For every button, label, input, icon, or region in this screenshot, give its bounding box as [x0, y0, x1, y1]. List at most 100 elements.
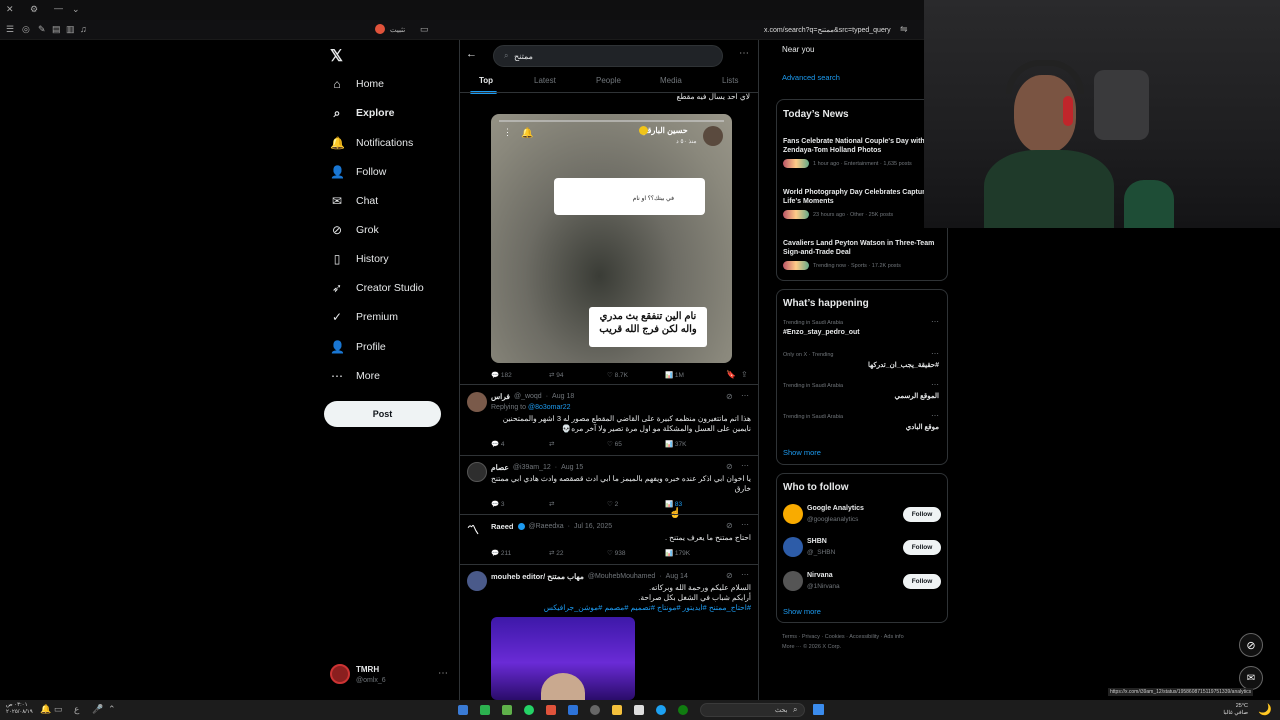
search-options-icon[interactable]: ⋯	[739, 48, 749, 59]
post-image[interactable]: حسين البارقي منذ ٥٠ د ⋮ 🔔 في بيتك؟؟ او ن…	[491, 114, 732, 363]
follow-button[interactable]: Follow	[903, 574, 941, 589]
view-count[interactable]: 📊 83	[665, 500, 723, 508]
view-count[interactable]: 📊 37K	[665, 440, 723, 448]
replying-to-handle[interactable]: @8o3omar22	[528, 404, 571, 411]
follow-name[interactable]: Nirvana	[807, 572, 833, 579]
trend-name[interactable]: الموقع الرسمي	[895, 392, 939, 400]
brave-shield-icon[interactable]	[375, 24, 385, 34]
tab-lists[interactable]: Lists	[722, 76, 738, 85]
grok-float-icon[interactable]: ⊘	[1239, 633, 1263, 657]
grok-icon[interactable]: ⊘	[726, 521, 733, 530]
account-more-icon[interactable]: ⋯	[438, 668, 448, 679]
menu-icon[interactable]: ☰	[6, 24, 14, 35]
grok-icon[interactable]: ⊘	[726, 462, 733, 471]
share-icon[interactable]: ⇪	[741, 370, 748, 379]
trend-name[interactable]: #حقيقة_يجب_ان_تدركها	[868, 361, 939, 369]
avatar[interactable]	[467, 462, 487, 482]
location-filter[interactable]: Near you	[782, 45, 814, 54]
post-button[interactable]: Post	[324, 401, 441, 427]
like-count[interactable]: ♡ 8.7K	[607, 371, 665, 379]
reply-count[interactable]: 💬 211	[491, 549, 549, 557]
follow-avatar[interactable]	[783, 537, 803, 557]
news-title[interactable]: Cavaliers Land Peyton Watson in Three-Te…	[783, 239, 943, 257]
more-icon[interactable]: ⋯	[741, 520, 749, 529]
url-bar[interactable]: x.com/search?q=ممتنح&src=typed_query	[764, 26, 891, 34]
trend-name[interactable]: موقع البادي	[906, 423, 939, 431]
app-icon[interactable]	[458, 705, 468, 715]
chevron-up-icon[interactable]: ⌃	[108, 704, 116, 715]
sidebar-item-home[interactable]: ⌂ Home	[330, 71, 384, 97]
news-title[interactable]: Fans Celebrate National Couple's Day wit…	[783, 137, 943, 155]
sidebar-item-chat[interactable]: ✉ Chat	[330, 188, 378, 214]
grok-icon[interactable]: ⊘	[726, 392, 733, 401]
sidebar-item-notifications[interactable]: 🔔 Notifications	[330, 130, 413, 156]
grok-icon[interactable]: ⊘	[726, 571, 733, 580]
network-icon[interactable]: ▭	[54, 704, 63, 715]
app-icon[interactable]	[480, 705, 490, 715]
messages-float-icon[interactable]: ✉	[1239, 666, 1263, 690]
repost-count[interactable]: ⇄	[549, 500, 607, 508]
tab-icon[interactable]: ▭	[420, 24, 429, 35]
sidebar-item-creator-studio[interactable]: ➶ Creator Studio	[330, 275, 424, 301]
follow-button[interactable]: Follow	[903, 507, 941, 522]
tweet-handle[interactable]: @MouhebMouhamed	[588, 573, 655, 580]
tabs-icon[interactable]: ▤	[52, 24, 61, 35]
tweet-date[interactable]: Aug 15	[561, 464, 583, 471]
view-count[interactable]: 📊 1M	[665, 371, 723, 379]
language-icon[interactable]: ع	[74, 704, 79, 715]
bell-icon[interactable]: 🔔	[521, 128, 533, 139]
search-input[interactable]: ⌕ ممتنح	[493, 45, 723, 67]
edge-icon[interactable]	[656, 705, 666, 715]
media-thumbnail[interactable]	[491, 617, 635, 700]
more-icon[interactable]: ⋯	[741, 391, 749, 400]
app-icon[interactable]	[590, 705, 600, 715]
follow-avatar[interactable]	[783, 571, 803, 591]
windows-start-icon[interactable]	[813, 704, 824, 715]
view-count[interactable]: 📊 179K	[665, 549, 723, 557]
brave-icon[interactable]	[546, 705, 556, 715]
account-avatar[interactable]	[330, 664, 350, 684]
tweet-handle[interactable]: @_woqd	[514, 393, 542, 400]
tweet-author[interactable]: فراس	[491, 392, 510, 401]
trend-more-icon[interactable]: ⋯	[931, 349, 939, 358]
shield-icon[interactable]: ◎	[22, 24, 30, 35]
sidebar-icon[interactable]: ▥	[66, 24, 75, 35]
app-icon[interactable]	[634, 705, 644, 715]
reply-count[interactable]: 💬 3	[491, 500, 549, 508]
tweet-handle[interactable]: @i39am_12	[513, 464, 551, 471]
follow-name[interactable]: SHBN	[807, 538, 827, 545]
notification-icon[interactable]: 🔔	[40, 704, 51, 715]
extension-icon[interactable]: ✎	[38, 24, 46, 35]
tweet-date[interactable]: Aug 14	[666, 573, 688, 580]
tab-media[interactable]: Media	[660, 76, 682, 85]
trend-name[interactable]: #Enzo_stay_pedro_out	[783, 329, 860, 336]
sidebar-item-follow[interactable]: 👤 Follow	[330, 159, 386, 185]
minimize-icon[interactable]: —	[54, 3, 63, 13]
app-icon[interactable]	[568, 705, 578, 715]
sidebar-item-more[interactable]: ⋯ More	[330, 363, 380, 389]
tweet-hashtags[interactable]: #احتاج_ممتنح #ايديتور #مونتاج #تصميم #مص…	[491, 603, 751, 612]
close-icon[interactable]: ✕	[6, 4, 14, 15]
settings-icon[interactable]: ⚙	[30, 4, 38, 15]
news-title[interactable]: World Photography Day Celebrates Capturi…	[783, 188, 943, 206]
footer-links[interactable]: Terms · Privacy · Cookies · Accessibilit…	[782, 634, 942, 640]
app-icon[interactable]	[502, 705, 512, 715]
mic-icon[interactable]: 🎤	[92, 704, 103, 715]
tweet-date[interactable]: Jul 16, 2025	[574, 523, 612, 530]
sidebar-item-profile[interactable]: 👤 Profile	[330, 334, 386, 360]
tweet-date[interactable]: Aug 18	[552, 393, 574, 400]
tab-latest[interactable]: Latest	[534, 76, 556, 85]
share-icon[interactable]: ⇋	[900, 24, 908, 35]
tweet-author[interactable]: Raeed	[491, 522, 514, 531]
avatar[interactable]	[467, 571, 487, 591]
xbox-icon[interactable]	[678, 705, 688, 715]
more-icon[interactable]: ⋯	[741, 570, 749, 579]
raeed-avatar-icon[interactable]: 〽	[467, 521, 479, 538]
trend-more-icon[interactable]: ⋯	[931, 380, 939, 389]
folder-icon[interactable]	[612, 705, 622, 715]
more-icon[interactable]: ⋯	[741, 461, 749, 470]
like-count[interactable]: ♡ 938	[607, 549, 665, 557]
taskbar-search[interactable]: بحث ⌕	[700, 703, 805, 717]
follow-name[interactable]: Google Analytics	[807, 505, 864, 512]
trend-more-icon[interactable]: ⋯	[931, 317, 939, 326]
